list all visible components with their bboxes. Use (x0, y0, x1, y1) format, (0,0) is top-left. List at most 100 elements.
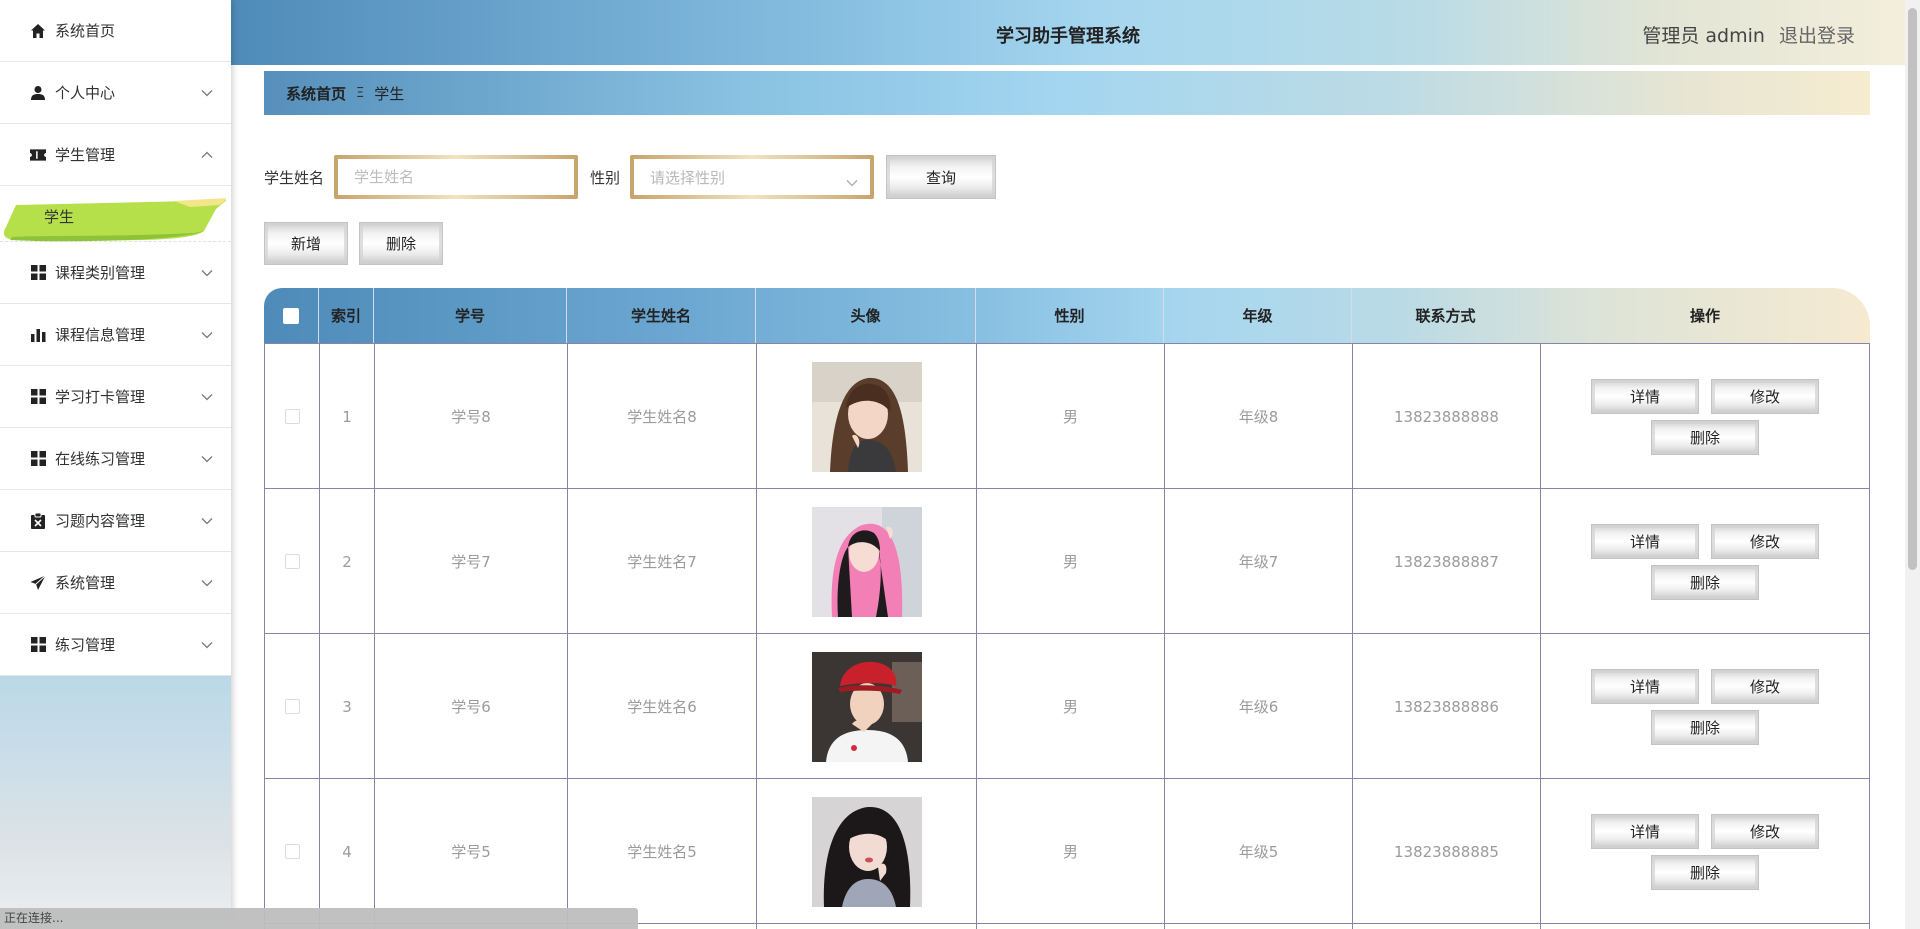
gender-cell: 男 (976, 779, 1164, 924)
sidebar-item-label: 系统首页 (55, 22, 116, 40)
index-cell: 1 (319, 344, 374, 489)
student-name-field-frame (334, 155, 579, 199)
admin-label: 管理员 admin (1642, 25, 1765, 47)
row-select-cell (264, 779, 319, 924)
header-select-all-cell (264, 288, 319, 343)
row-actions: 详情 修改 删除 (1590, 378, 1820, 455)
sidebar-item-home[interactable]: 系统首页 (0, 0, 231, 62)
phone-cell: 13823888887 (1352, 489, 1540, 634)
student-no-cell: 学号6 (374, 634, 567, 779)
student-table: 索引 学号 学生姓名 头像 性别 年级 联系方式 操作 1 学号8 学生姓名8 (264, 288, 1870, 929)
table-row: 2 学号7 学生姓名7 男 年级7 13823888887 详情 修改 删除 (264, 488, 1870, 634)
column-header: 操作 (1689, 307, 1720, 325)
chevron-down-icon (201, 87, 213, 99)
row-select-cell (264, 344, 319, 489)
avatar-cell (756, 634, 976, 779)
edit-button[interactable]: 修改 (1711, 378, 1819, 414)
column-header: 学号 (374, 288, 567, 343)
chevron-down-icon (201, 515, 213, 527)
grade-cell (1164, 924, 1352, 929)
grid-icon (30, 265, 46, 281)
detail-button[interactable]: 详情 (1591, 813, 1699, 849)
student-name-label: 学生姓名 (264, 168, 325, 187)
detail-button[interactable]: 详情 (1591, 668, 1699, 704)
batch-delete-button[interactable]: 删除 (359, 222, 443, 265)
row-select-cell (264, 489, 319, 634)
row-checkbox[interactable] (284, 699, 300, 714)
student-no-cell: 学号8 (374, 344, 567, 489)
gender-cell: 男 (976, 489, 1164, 634)
sidebar-item-label: 习题内容管理 (55, 512, 146, 530)
sidebar-item-label: 在线练习管理 (55, 450, 146, 468)
student-name-cell: 学生姓名5 (567, 779, 756, 924)
avatar-cell (756, 489, 976, 634)
gender-select[interactable]: 请选择性别 (634, 159, 871, 195)
edit-button[interactable]: 修改 (1711, 523, 1819, 559)
query-button[interactable]: 查询 (886, 155, 997, 199)
delete-button[interactable]: 删除 (1651, 709, 1759, 745)
row-checkbox[interactable] (284, 554, 300, 569)
sidebar-subitem-student[interactable]: 学生 (4, 197, 226, 242)
row-checkbox[interactable] (284, 844, 300, 859)
sidebar-item-online-practice[interactable]: 在线练习管理 (0, 428, 231, 490)
top-header: 学习助手管理系统 管理员 admin 退出登录 (231, 0, 1905, 65)
student-name-cell: 学生姓名8 (567, 344, 756, 489)
table-actions: 新增 删除 (264, 222, 443, 265)
actions-cell (1540, 924, 1870, 929)
active-brush-highlight (4, 198, 226, 242)
sidebar-item-course-category[interactable]: 课程类别管理 (0, 242, 231, 304)
index-cell: 2 (319, 489, 374, 634)
grid-icon (30, 637, 46, 653)
index-cell: 4 (319, 779, 374, 924)
sidebar-item-exercise-content[interactable]: 习题内容管理 (0, 490, 231, 552)
row-checkbox[interactable] (284, 409, 300, 424)
detail-button[interactable]: 详情 (1591, 378, 1699, 414)
phone-cell (1352, 924, 1540, 929)
vertical-scrollbar[interactable] (1905, 0, 1920, 929)
breadcrumb-current: 学生 (374, 84, 405, 103)
sidebar-item-student-management[interactable]: 学生管理 (0, 124, 231, 186)
edit-button[interactable]: 修改 (1711, 813, 1819, 849)
add-button[interactable]: 新增 (264, 222, 348, 265)
gender-label: 性别 (590, 168, 621, 187)
breadcrumb: 系统首页 Ξ 学生 (264, 71, 1870, 115)
sidebar-item-label: 学习打卡管理 (55, 388, 146, 406)
chevron-down-icon (846, 173, 858, 191)
delete-button[interactable]: 删除 (1651, 564, 1759, 600)
bar-chart-icon (30, 327, 46, 343)
table-row: 1 学号8 学生姓名8 男 年级8 13823888888 详情 修改 删除 (264, 343, 1870, 489)
sidebar-subitem-label: 学生 (44, 208, 75, 226)
edit-button[interactable]: 修改 (1711, 668, 1819, 704)
student-name-field-inner (338, 159, 575, 195)
select-all-checkbox[interactable] (283, 307, 299, 324)
breadcrumb-home[interactable]: 系统首页 (286, 83, 346, 104)
student-name-input[interactable] (354, 168, 575, 186)
sidebar: 系统首页 个人中心 学生管理 学生 课程类别管理 课程信息管理 学习打卡管理 在… (0, 0, 231, 929)
delete-button[interactable]: 删除 (1651, 854, 1759, 890)
phone-cell: 13823888885 (1352, 779, 1540, 924)
chevron-down-icon (201, 329, 213, 341)
sidebar-item-personal-center[interactable]: 个人中心 (0, 62, 231, 124)
sidebar-item-label: 课程类别管理 (55, 264, 146, 282)
scrollbar-thumb[interactable] (1908, 8, 1917, 570)
chevron-down-icon (201, 391, 213, 403)
gender-select-frame[interactable]: 请选择性别 (630, 155, 875, 199)
send-icon (30, 574, 46, 591)
phone-cell: 13823888886 (1352, 634, 1540, 779)
student-no-cell: 学号5 (374, 779, 567, 924)
home-icon (30, 23, 46, 39)
detail-button[interactable]: 详情 (1591, 523, 1699, 559)
submenu-student-management: 学生 (0, 186, 231, 242)
table-row: 4 学号5 学生姓名5 男 年级5 13823888885 详情 修改 删除 (264, 778, 1870, 924)
sidebar-item-study-checkin[interactable]: 学习打卡管理 (0, 366, 231, 428)
chevron-down-icon (201, 577, 213, 589)
column-header: 性别 (976, 288, 1164, 343)
chevron-up-icon (201, 149, 213, 161)
sidebar-item-course-info[interactable]: 课程信息管理 (0, 304, 231, 366)
sidebar-item-practice-management[interactable]: 练习管理 (0, 614, 231, 676)
sidebar-item-system-management[interactable]: 系统管理 (0, 552, 231, 614)
logout-link[interactable]: 退出登录 (1779, 25, 1855, 47)
chevron-down-icon (201, 453, 213, 465)
delete-button[interactable]: 删除 (1651, 419, 1759, 455)
actions-cell: 详情 修改 删除 (1540, 489, 1870, 634)
